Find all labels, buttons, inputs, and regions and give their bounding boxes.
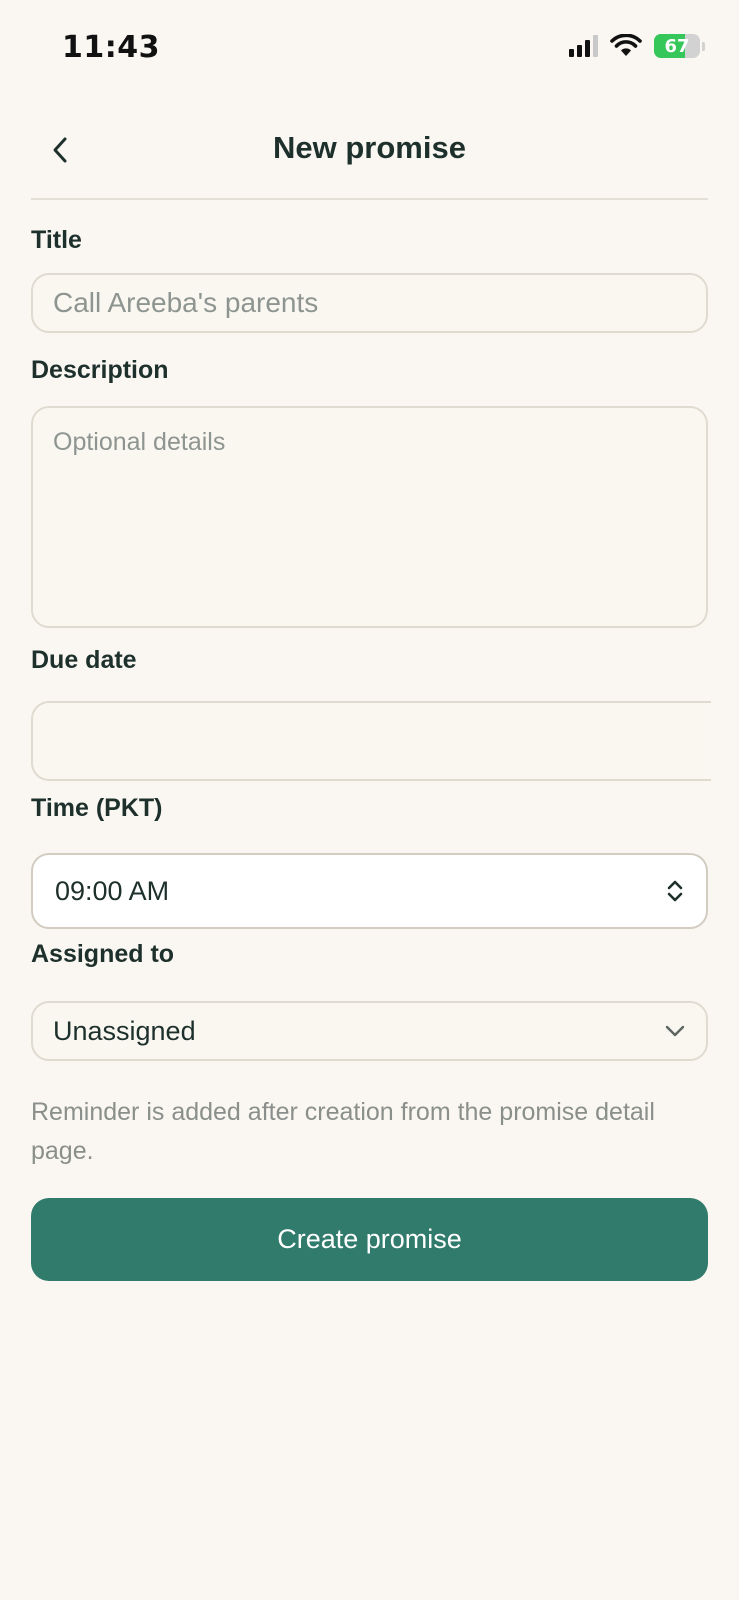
wifi-icon [610,34,642,56]
create-promise-button[interactable]: Create promise [31,1198,708,1281]
description-field-container [31,406,708,628]
status-icons: 67 [569,34,705,58]
reminder-helper-text: Reminder is added after creation from th… [31,1098,655,1165]
description-label: Description [31,356,169,384]
page-title: New promise [273,130,466,165]
cellular-signal-icon [569,35,598,57]
title-field-container [31,273,708,333]
due-date-label: Due date [31,646,137,674]
assigned-to-select[interactable]: Unassigned [31,1001,708,1061]
status-time: 11:43 [62,30,160,65]
title-input[interactable] [53,275,686,331]
time-label: Time (PKT) [31,794,163,822]
chevron-down-icon [665,1025,685,1037]
battery-icon: 67 [654,34,700,58]
time-picker[interactable]: 09:00 AM [31,853,708,929]
battery-tip [702,41,705,51]
description-input[interactable] [53,428,686,606]
assigned-to-value: Unassigned [53,1015,196,1046]
status-bar: 11:43 67 [0,0,739,96]
battery-percent: 67 [664,35,690,57]
chevron-up-down-icon [667,880,683,902]
due-date-input[interactable] [31,701,711,781]
title-label: Title [31,226,82,254]
assigned-to-label: Assigned to [31,940,175,968]
time-value: 09:00 AM [55,875,170,906]
navigation-bar: New promise [31,110,708,200]
